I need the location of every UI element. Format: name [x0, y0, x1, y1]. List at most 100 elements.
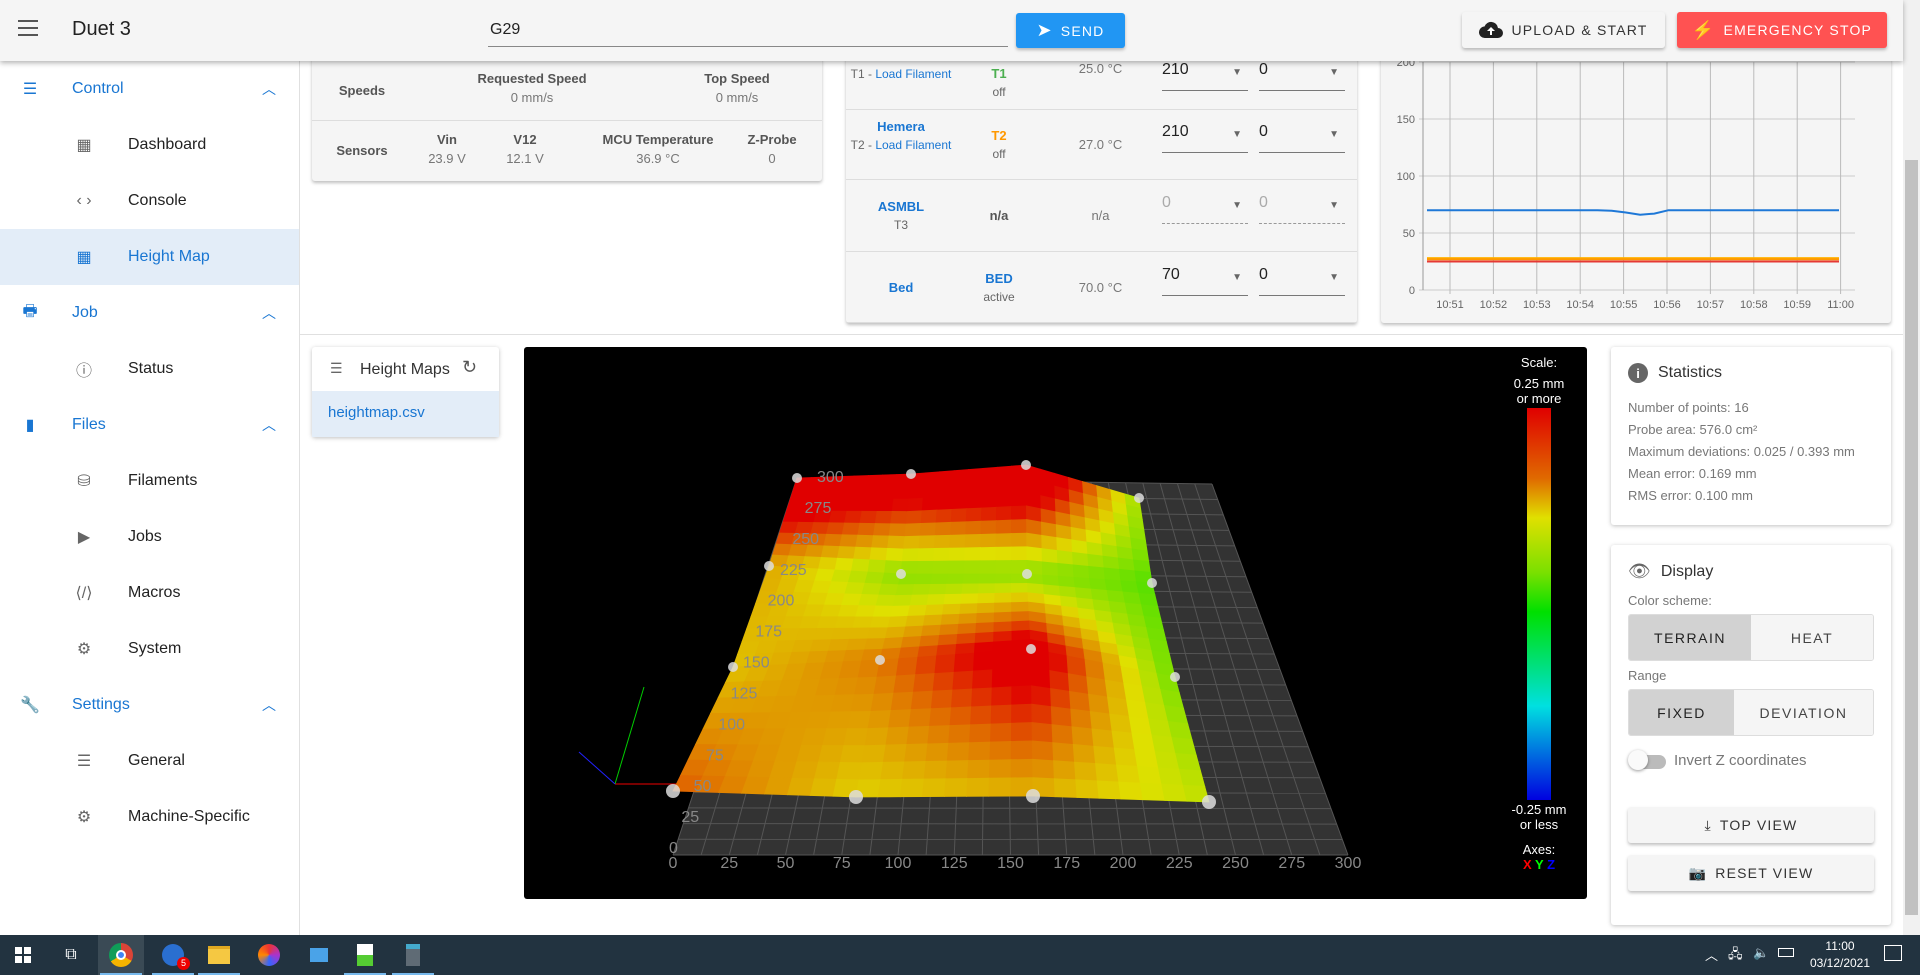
- send-button[interactable]: ➤ Send: [1016, 13, 1125, 48]
- chrome-icon[interactable]: [98, 935, 144, 975]
- sidebar-item-height-map[interactable]: ▦ Height Map: [0, 229, 299, 285]
- heater-cell[interactable]: T1 off: [946, 65, 1052, 101]
- invert-z-switch[interactable]: [1628, 749, 1666, 770]
- standby-temp-select[interactable]: 0 ▼: [1259, 194, 1345, 224]
- probe-point[interactable]: [896, 569, 906, 579]
- probe-point[interactable]: [1026, 789, 1040, 803]
- refresh-icon[interactable]: ↻: [462, 357, 477, 378]
- sidebar-group-settings[interactable]: 🔧 Settings ︿: [0, 677, 299, 733]
- tray-chevron-icon[interactable]: ︿: [1705, 945, 1718, 964]
- sidebar-group-control[interactable]: ☰ Control ︿: [0, 61, 299, 117]
- heightmap-surface-patch: [934, 521, 952, 537]
- sidebar-group-job[interactable]: 🖶 Job ︿: [0, 285, 299, 341]
- task-view-icon[interactable]: ⧉: [48, 935, 94, 975]
- calculator-icon[interactable]: [390, 935, 436, 975]
- active-temp-select[interactable]: 70 ▼: [1162, 266, 1248, 296]
- clock[interactable]: 11:00 03/12/2021: [1800, 938, 1880, 972]
- fixed-button[interactable]: Fixed: [1629, 690, 1734, 735]
- active-temp-select[interactable]: 210 ▼: [1162, 61, 1248, 91]
- probe-point[interactable]: [666, 784, 680, 798]
- heightmap-surface-patch: [950, 508, 968, 523]
- sidebar-item-general[interactable]: ☰ General: [0, 733, 299, 789]
- probe-point[interactable]: [1202, 795, 1216, 809]
- active-temp-select[interactable]: 210 ▼: [1162, 123, 1248, 153]
- sidebar-item-filaments[interactable]: ⛁ Filaments: [0, 453, 299, 509]
- probe-point[interactable]: [1026, 644, 1036, 654]
- tool-name[interactable]: ASMBL: [846, 198, 956, 216]
- load-filament-link[interactable]: Load Filament: [875, 138, 951, 152]
- sidebar-item-macros[interactable]: ⟨/⟩ Macros: [0, 565, 299, 621]
- info-icon: i: [1628, 363, 1648, 383]
- chevron-up-icon[interactable]: ︿: [262, 695, 276, 715]
- probe-point[interactable]: [906, 469, 916, 479]
- heightmap-surface-patch: [893, 674, 917, 694]
- tool-name[interactable]: Bed: [846, 279, 956, 297]
- remote-desktop-icon[interactable]: [296, 935, 342, 975]
- probe-point[interactable]: [764, 561, 774, 571]
- standby-temp-select[interactable]: 0 ▼: [1259, 123, 1345, 153]
- tool-name[interactable]: Hemera: [846, 118, 956, 136]
- standby-temp-value: 0: [1259, 123, 1268, 140]
- probe-point[interactable]: [728, 662, 738, 672]
- sidebar-item-machine-specific[interactable]: ⚙ Machine-Specific: [0, 789, 299, 845]
- heightmap-viewer[interactable]: 0 25 50 75 100 125 150 175 200 225 250 275 300 0 25 50 7…: [524, 347, 1587, 899]
- probe-point[interactable]: [875, 655, 885, 665]
- menu-icon[interactable]: [18, 20, 38, 36]
- thunderbird-icon[interactable]: 5: [150, 935, 196, 975]
- deviation-button[interactable]: Deviation: [1734, 690, 1873, 735]
- file-explorer-icon[interactable]: [196, 935, 242, 975]
- probe-point[interactable]: [1134, 493, 1144, 503]
- sidebar-item-system[interactable]: ⚙ System: [0, 621, 299, 677]
- app-swirl-icon[interactable]: [246, 935, 292, 975]
- probe-point[interactable]: [849, 790, 863, 804]
- sidebar-item-status[interactable]: ⓘ Status: [0, 341, 299, 397]
- battery-icon[interactable]: [1778, 948, 1794, 957]
- volume-icon[interactable]: 🔈: [1753, 945, 1769, 961]
- heightmap-3d-plot[interactable]: 0 25 50 75 100 125 150 175 200 225 250 275 300025507…: [524, 347, 1587, 899]
- heightmap-surface-patch: [850, 693, 875, 713]
- chevron-up-icon[interactable]: ︿: [262, 415, 276, 435]
- x-tick-label: 10:51: [1436, 299, 1464, 311]
- sidebar-group-files[interactable]: ▮ Files ︿: [0, 397, 299, 453]
- heater-cell[interactable]: n/a: [946, 207, 1052, 225]
- scrollbar-thumb[interactable]: [1905, 160, 1918, 915]
- sidebar-item-label: System: [128, 640, 182, 657]
- network-icon[interactable]: 🖧: [1728, 945, 1743, 967]
- sidebar-item-dashboard[interactable]: ▦ Dashboard: [0, 117, 299, 173]
- heightmap-surface-patch: [1026, 519, 1043, 536]
- emergency-stop-button[interactable]: ⚡ Emergency Stop: [1677, 12, 1887, 48]
- sidebar-item-jobs[interactable]: ▶ Jobs: [0, 509, 299, 565]
- standby-temp-select[interactable]: 0 ▼: [1259, 266, 1345, 296]
- active-temp-select[interactable]: 0 ▼: [1162, 194, 1248, 224]
- windows-start-icon[interactable]: [0, 935, 46, 975]
- heightmap-surface-patch: [1056, 537, 1073, 553]
- standby-temp-select[interactable]: 0 ▼: [1259, 61, 1345, 91]
- probe-point[interactable]: [792, 473, 802, 483]
- heater-cell[interactable]: BED active: [946, 270, 1052, 306]
- heater-cell[interactable]: T2 off: [946, 127, 1052, 163]
- heat-button[interactable]: Heat: [1751, 615, 1873, 660]
- load-filament-link[interactable]: Load Filament: [875, 67, 951, 81]
- probe-point[interactable]: [1170, 672, 1180, 682]
- notepad-icon[interactable]: [342, 935, 388, 975]
- probe-point[interactable]: [1147, 578, 1157, 588]
- heightmap-surface-patch: [840, 593, 863, 607]
- reset-view-button[interactable]: 📷 Reset View: [1628, 855, 1874, 891]
- terrain-button[interactable]: Terrain: [1629, 615, 1751, 660]
- notifications-icon[interactable]: [1884, 945, 1902, 961]
- heightmap-surface-patch: [944, 583, 964, 595]
- heightmap-surface-patch: [864, 727, 889, 747]
- probe-point[interactable]: [1021, 460, 1031, 470]
- chevron-up-icon[interactable]: ︿: [262, 303, 276, 323]
- upload-start-button[interactable]: Upload & Start: [1462, 12, 1665, 48]
- probe-point[interactable]: [1022, 569, 1032, 579]
- heightmap-file-item[interactable]: heightmap.csv: [312, 391, 499, 437]
- tool-name-cell: T1 - Load Filament: [846, 65, 956, 83]
- gcode-input[interactable]: [488, 14, 1008, 47]
- sidebar-item-console[interactable]: ‹ › Console: [0, 173, 299, 229]
- chevron-up-icon[interactable]: ︿: [262, 79, 276, 99]
- heightmap-surface-patch: [1069, 690, 1091, 712]
- heightmap-surface-patch: [967, 467, 984, 483]
- heightmap-surface-patch: [1057, 575, 1076, 589]
- top-view-button[interactable]: ⤓ Top View: [1628, 807, 1874, 843]
